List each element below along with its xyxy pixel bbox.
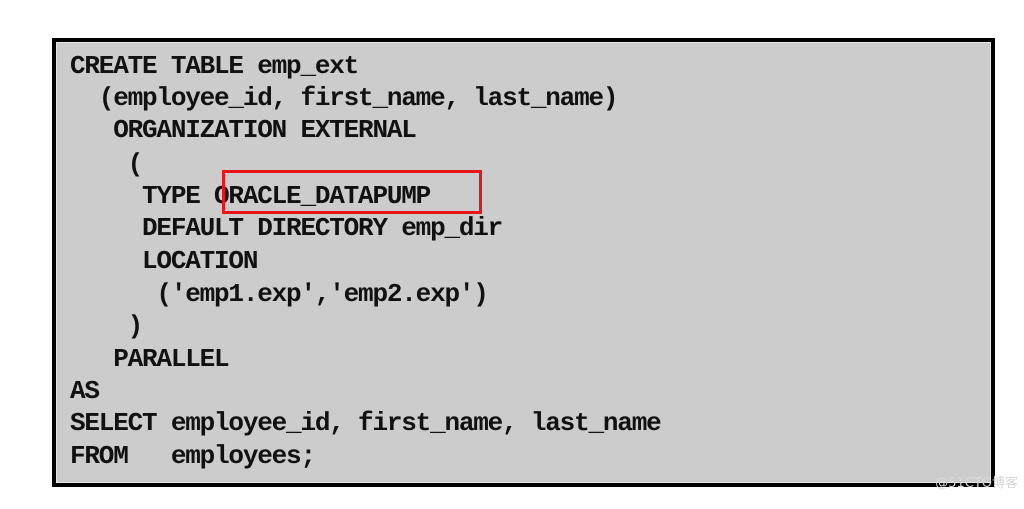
code-line: ('emp1.exp','emp2.exp') <box>70 279 488 309</box>
code-line: DEFAULT DIRECTORY emp_dir <box>70 213 503 243</box>
code-line: (employee_id, first_name, last_name) <box>70 83 619 113</box>
code-line: CREATE TABLE emp_ext <box>70 51 359 81</box>
code-line: SELECT employee_id, first_name, last_nam… <box>70 408 662 438</box>
highlight-box <box>222 170 482 214</box>
code-block: CREATE TABLE emp_ext (employee_id, first… <box>52 38 995 487</box>
code-line: PARALLEL <box>70 344 229 374</box>
code-line: LOCATION <box>70 246 258 276</box>
watermark: @51CTO博客 <box>935 476 1018 491</box>
code-line: ( <box>70 149 144 179</box>
code-line: FROM employees; <box>70 441 316 471</box>
code-line: ) <box>70 311 144 341</box>
code-line: AS <box>70 376 100 406</box>
code-line: ORGANIZATION EXTERNAL <box>70 115 417 145</box>
